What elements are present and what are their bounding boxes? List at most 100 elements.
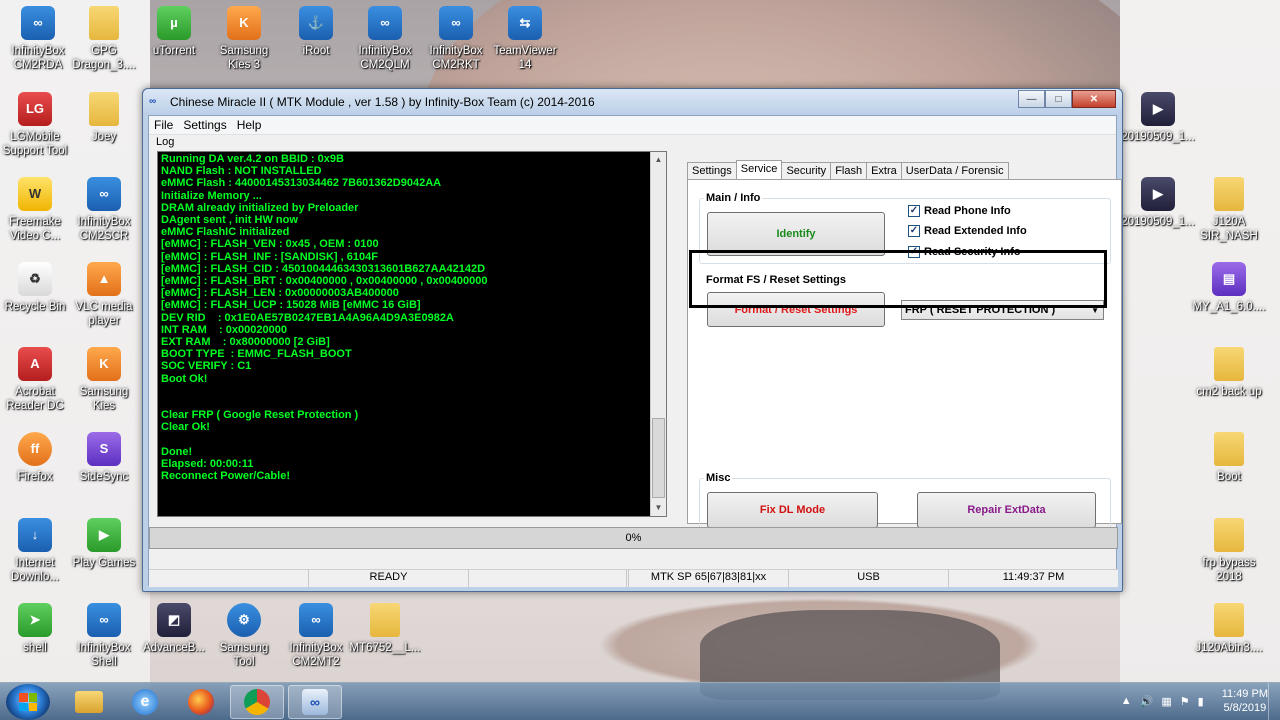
desktop-icon-samsung-tool[interactable]: ⚙ Samsung Tool bbox=[206, 603, 282, 669]
desktop-icon-vlc[interactable]: ▲ VLC media player bbox=[66, 262, 142, 328]
tab-flash[interactable]: Flash bbox=[830, 162, 868, 179]
fix-dl-mode-button[interactable]: Fix DL Mode bbox=[707, 492, 878, 528]
log-line: SOC VERIFY : C1 bbox=[161, 360, 252, 373]
log-line: Running DA ver.4.2 on BBID : 0x9B bbox=[161, 153, 344, 165]
desktop-icon-idm[interactable]: ↓ Internet Downlo... bbox=[0, 518, 73, 584]
minimize-button[interactable]: — bbox=[1018, 90, 1045, 108]
log-label: Log bbox=[156, 136, 175, 148]
window-title: Chinese Miracle II ( MTK Module , ver 1.… bbox=[170, 94, 595, 109]
desktop-icon-shell[interactable]: ➤ shell bbox=[0, 603, 73, 655]
tab-service[interactable]: Service bbox=[735, 160, 783, 179]
desktop-icon-gpg-dragon[interactable]: GPG Dragon_3.... bbox=[66, 6, 142, 72]
samsung-tool-icon: ⚙ bbox=[227, 603, 261, 637]
checkmark-icon: ✓ bbox=[908, 205, 920, 217]
taskbar-chrome[interactable] bbox=[230, 685, 284, 719]
close-button[interactable]: ✕ bbox=[1072, 90, 1116, 108]
desktop-icon-mt6752[interactable]: MT6752__L... bbox=[347, 603, 423, 655]
menu-file[interactable]: File bbox=[149, 118, 178, 132]
desktop-icon-firefox[interactable]: ff Firefox bbox=[0, 432, 73, 484]
tab-userdata-forensic[interactable]: UserData / Forensic bbox=[900, 162, 1009, 179]
desktop-icon-j120a[interactable]: J120A SIR_NASH bbox=[1191, 177, 1267, 243]
menu-settings[interactable]: Settings bbox=[178, 118, 231, 132]
desktop-icon-samsung-kies[interactable]: K Samsung Kies bbox=[66, 347, 142, 413]
folder-icon bbox=[1214, 603, 1244, 637]
show-hidden-icons-icon[interactable]: ▲ bbox=[1121, 695, 1132, 707]
desktop-icon-infinitybox-cm2scr[interactable]: ∞ InfinityBox CM2SCR bbox=[66, 177, 142, 243]
window-titlebar[interactable]: ∞ Chinese Miracle II ( MTK Module , ver … bbox=[143, 89, 1122, 114]
desktop-icon-j120abin[interactable]: J120Abin3.... bbox=[1191, 603, 1267, 655]
desktop-icon-infinitybox-cm2rkt[interactable]: ∞ InfinityBox CM2RKT bbox=[418, 6, 494, 72]
infinitybox-qlm-icon: ∞ bbox=[368, 6, 402, 40]
desktop-icon-video-1[interactable]: ▶ 20190509_1... bbox=[1120, 92, 1196, 144]
read-phone-info-checkbox[interactable]: ✓ Read Phone Info bbox=[908, 205, 1011, 217]
power-icon[interactable]: ▮ bbox=[1198, 695, 1204, 708]
winrar-icon: ▤ bbox=[1212, 262, 1246, 296]
log-line: [eMMC] : FLASH_LEN : 0x00000003AB400000 bbox=[161, 287, 399, 300]
log-line: [eMMC] : FLASH_UCP : 15028 MiB [eMMC 16 … bbox=[161, 299, 421, 312]
desktop-icon-samsung-kies3[interactable]: K Samsung Kies 3 bbox=[206, 6, 282, 72]
scroll-up-icon[interactable]: ▲ bbox=[651, 152, 666, 168]
taskbar-explorer[interactable] bbox=[62, 685, 116, 719]
log-line: [eMMC] : FLASH_INF : [SANDISK] , 6104F bbox=[161, 250, 378, 263]
desktop-icon-infinitybox-cm2qlm[interactable]: ∞ InfinityBox CM2QLM bbox=[347, 6, 423, 72]
desktop-icon-boot[interactable]: Boot bbox=[1191, 432, 1267, 484]
volume-icon[interactable]: 🔊 bbox=[1140, 695, 1154, 708]
status-fields: READY MTK SP 65|67|83|81|xx USB 11:49:37… bbox=[149, 569, 1118, 587]
scroll-thumb[interactable] bbox=[652, 418, 665, 498]
maximize-button[interactable]: □ bbox=[1045, 90, 1072, 108]
show-desktop-button[interactable] bbox=[1268, 683, 1280, 720]
misc-title: Misc bbox=[704, 472, 733, 484]
teamviewer-icon: ⇆ bbox=[508, 6, 542, 40]
start-button[interactable] bbox=[6, 684, 50, 720]
windows-logo-icon bbox=[19, 693, 37, 711]
desktop-icon-infinitybox-shell[interactable]: ∞ InfinityBox Shell bbox=[66, 603, 142, 669]
log-scrollbar[interactable]: ▲ ▼ bbox=[650, 152, 666, 516]
desktop-icon-acrobat[interactable]: A Acrobat Reader DC bbox=[0, 347, 73, 413]
action-center-icon[interactable]: ⚑ bbox=[1180, 695, 1190, 708]
vlc-icon: ▲ bbox=[87, 262, 121, 296]
desktop-icon-cm2-backup[interactable]: cm2 back up bbox=[1191, 347, 1267, 399]
desktop-icon-recycle-bin[interactable]: ♻ Recycle Bin bbox=[0, 262, 73, 314]
tab-extra[interactable]: Extra bbox=[866, 162, 902, 179]
infinitybox-shell-icon: ∞ bbox=[87, 603, 121, 637]
desktop-icon-my-a1[interactable]: ▤ MY_A1_6.0.... bbox=[1191, 262, 1267, 314]
taskbar-firefox[interactable] bbox=[174, 685, 228, 719]
log-line: DRAM already initialized by Preloader bbox=[161, 201, 359, 214]
log-line: DEV RID : 0x1E0AE57B0247EB1A4A96A4D9A3E0… bbox=[161, 311, 454, 324]
firefox-icon bbox=[188, 689, 214, 715]
video-file-icon: ▶ bbox=[1141, 92, 1175, 126]
desktop-icon-joey[interactable]: Joey bbox=[66, 92, 142, 144]
recycle-bin-icon: ♻ bbox=[18, 262, 52, 296]
log-panel[interactable]: Running DA ver.4.2 on BBID : 0x9B NAND Fl… bbox=[157, 151, 667, 517]
infinity-icon: ∞ bbox=[149, 95, 157, 107]
desktop-icon-play-games[interactable]: ▶ Play Games bbox=[66, 518, 142, 570]
desktop-icon-advance[interactable]: ◩ AdvanceB... bbox=[136, 603, 212, 655]
tab-security[interactable]: Security bbox=[781, 162, 832, 179]
menu-help[interactable]: Help bbox=[232, 118, 267, 132]
network-icon[interactable]: ▦ bbox=[1161, 695, 1171, 708]
acrobat-icon: A bbox=[18, 347, 52, 381]
desktop-icon-freemake[interactable]: W Freemake Video C... bbox=[0, 177, 73, 243]
log-line: Reconnect Power/Cable! bbox=[161, 470, 290, 483]
desktop-icon-utorrent[interactable]: µ uTorrent bbox=[136, 6, 212, 58]
desktop-icon-infinitybox-cm2mt2[interactable]: ∞ InfinityBox CM2MT2 bbox=[278, 603, 354, 669]
tab-settings[interactable]: Settings bbox=[687, 162, 737, 179]
read-extended-info-checkbox[interactable]: ✓ Read Extended Info bbox=[908, 225, 1027, 237]
log-line: [eMMC] : FLASH_CID : 4501004446343031360… bbox=[161, 262, 486, 275]
desktop-icon-frp-bypass[interactable]: frp bypass 2018 bbox=[1191, 518, 1267, 584]
clock[interactable]: 11:49 PM 5/8/2019 bbox=[1222, 687, 1268, 715]
desktop-icon-teamviewer[interactable]: ⇆ TeamViewer 14 bbox=[487, 6, 563, 72]
desktop-icon-iroot[interactable]: ⚓ iRoot bbox=[278, 6, 354, 58]
status-chip: MTK SP 65|67|83|81|xx bbox=[629, 569, 789, 587]
desktop-icon-video-2[interactable]: ▶ 20190509_1... bbox=[1120, 177, 1196, 229]
repair-extdata-button[interactable]: Repair ExtData bbox=[917, 492, 1096, 528]
log-line: Initialize Memory ... bbox=[161, 189, 262, 202]
desktop-icon-lgmobile[interactable]: LG LGMobile Support Tool bbox=[0, 92, 73, 158]
desktop-icon-sidesync[interactable]: S SideSync bbox=[66, 432, 142, 484]
scroll-down-icon[interactable]: ▼ bbox=[651, 500, 666, 516]
taskbar-cm2-mtk[interactable]: ∞ bbox=[288, 685, 342, 719]
folder-icon bbox=[1214, 347, 1244, 381]
taskbar-ie[interactable]: e bbox=[118, 685, 172, 719]
infinitybox-mt2-icon: ∞ bbox=[299, 603, 333, 637]
desktop-icon-infinitybox-cm2rda[interactable]: ∞ InfinityBox CM2RDA bbox=[0, 6, 76, 72]
